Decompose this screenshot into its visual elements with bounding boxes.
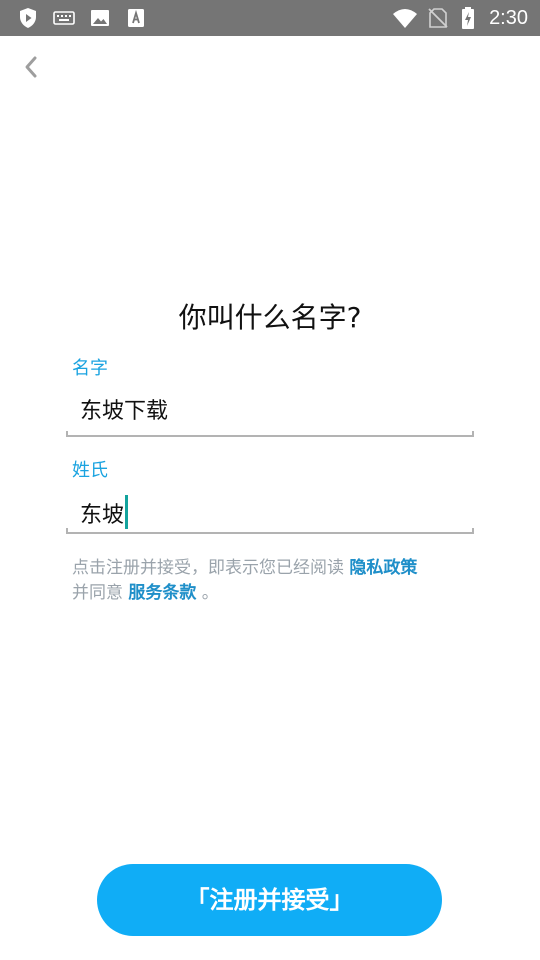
keyboard-icon [53,11,75,25]
terms-middle: 并同意 [72,583,129,603]
privacy-policy-link[interactable]: 隐私政策 [349,558,417,578]
first-name-input[interactable]: 东坡下载 [80,397,168,427]
page-title: 你叫什么名字? [178,301,362,334]
battery-charging-icon [462,7,474,29]
text-cursor [125,495,129,529]
font-icon [128,9,144,27]
terms-prefix: 点击注册并接受，即表示您已经阅读 [72,558,350,578]
image-icon [91,10,109,26]
first-name-label: 名字 [72,358,108,379]
register-accept-button[interactable]: 「注册并接受」 [97,864,442,936]
shield-play-icon [20,8,36,28]
last-name-input[interactable]: 东坡 [80,495,129,531]
first-name-value: 东坡下载 [80,399,169,424]
wifi-icon [393,9,417,28]
back-button[interactable] [16,52,46,82]
last-name-underline [66,528,474,534]
chevron-left-icon [25,56,37,78]
terms-suffix: 。 [196,583,219,603]
terms-notice: 点击注册并接受，即表示您已经阅读 隐私政策 并同意 服务条款 。 [72,556,472,606]
last-name-label: 姓氏 [72,460,108,481]
terms-of-service-link[interactable]: 服务条款 [128,583,196,603]
status-bar: 2:30 [0,0,540,36]
last-name-value: 东坡 [80,503,125,528]
status-time: 2:30 [489,7,528,29]
no-sim-icon [428,8,448,28]
first-name-underline [66,431,474,437]
